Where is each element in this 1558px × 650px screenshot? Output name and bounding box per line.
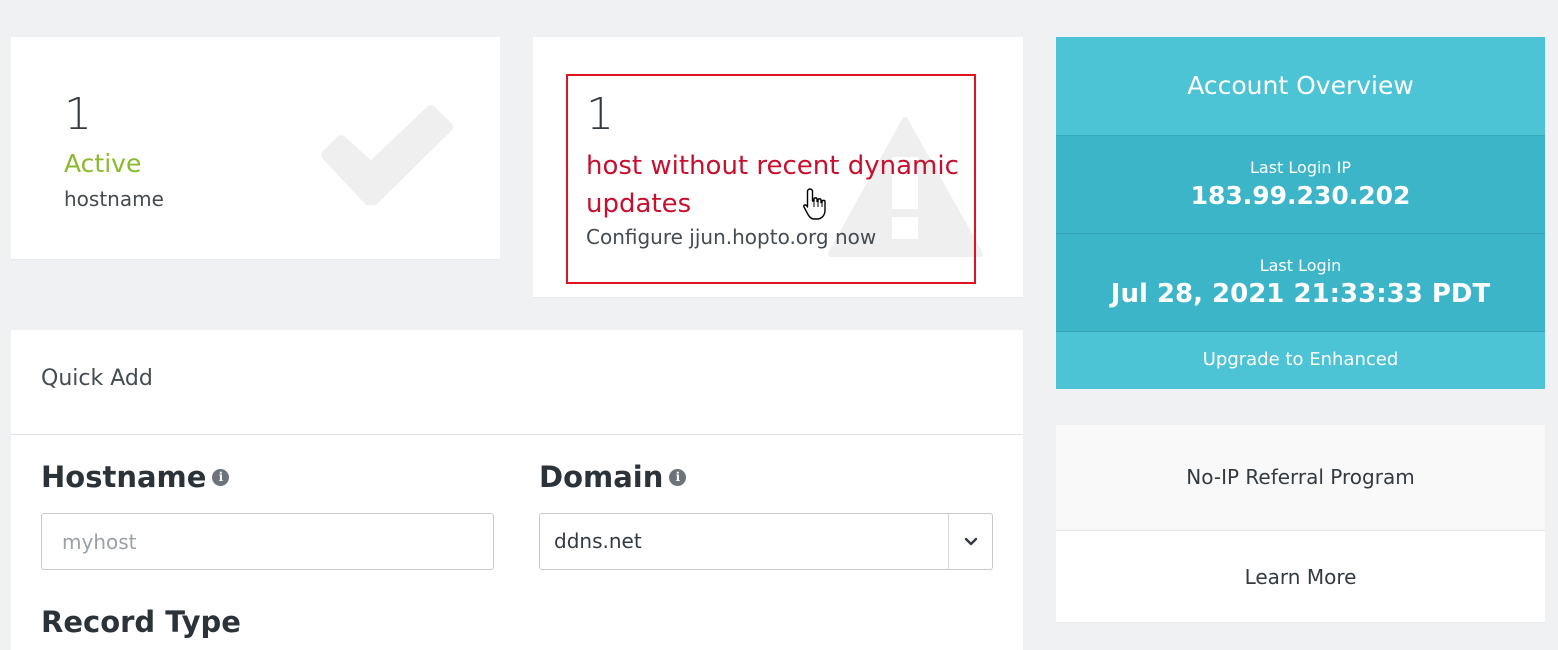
learn-more-link[interactable]: Learn More	[1056, 531, 1545, 623]
hostname-label: Hostname i	[41, 460, 230, 494]
hostname-field[interactable]	[41, 513, 494, 570]
checkmark-icon	[321, 105, 453, 205]
last-login-label: Last Login	[1259, 256, 1342, 275]
upgrade-link[interactable]: Upgrade to Enhanced	[1056, 332, 1545, 387]
last-login-ip-block: Last Login IP 183.99.230.202	[1056, 136, 1545, 234]
referral-title: No-IP Referral Program	[1056, 425, 1545, 531]
account-overview-panel: Account Overview Last Login IP 183.99.23…	[1056, 37, 1545, 389]
last-login-value: Jul 28, 2021 21:33:33 PDT	[1110, 279, 1491, 309]
referral-card: No-IP Referral Program Learn More	[1056, 425, 1545, 622]
hostname-label-text: Hostname	[41, 460, 207, 494]
record-type-label: Record Type	[41, 605, 241, 639]
domain-label: Domain i	[539, 460, 687, 494]
select-divider	[948, 514, 949, 569]
quick-add-title: Quick Add	[41, 366, 153, 391]
domain-info-icon[interactable]: i	[669, 468, 687, 486]
domain-select[interactable]: ddns.net	[539, 513, 993, 570]
domain-select-value: ddns.net	[554, 529, 642, 553]
domain-label-text: Domain	[539, 460, 664, 494]
chevron-down-icon[interactable]	[963, 534, 979, 550]
configure-host-text: Configure jjun.hopto.org now	[586, 225, 877, 249]
active-status-label: Active	[64, 149, 142, 178]
stale-host-card[interactable]: 1 host without recent dynamic updates Co…	[533, 37, 1023, 297]
hand-cursor-icon	[803, 188, 826, 220]
hostname-input[interactable]	[42, 514, 493, 569]
hostname-info-icon[interactable]: i	[212, 468, 230, 486]
last-login-block: Last Login Jul 28, 2021 21:33:33 PDT	[1056, 234, 1545, 332]
stale-host-title-link[interactable]: host without recent dynamic updates	[586, 147, 966, 223]
active-status-sub: hostname	[64, 187, 164, 211]
active-hostname-card: 1 Active hostname	[11, 37, 500, 259]
stale-host-count: 1	[586, 89, 614, 140]
last-login-ip-label: Last Login IP	[1249, 158, 1352, 177]
account-overview-title: Account Overview	[1056, 37, 1545, 136]
quick-add-header: Quick Add	[11, 330, 1023, 435]
active-count: 1	[64, 89, 92, 140]
quick-add-panel: Quick Add Hostname i Domain i ddns.net R…	[11, 330, 1023, 650]
last-login-ip-value: 183.99.230.202	[1190, 181, 1411, 210]
